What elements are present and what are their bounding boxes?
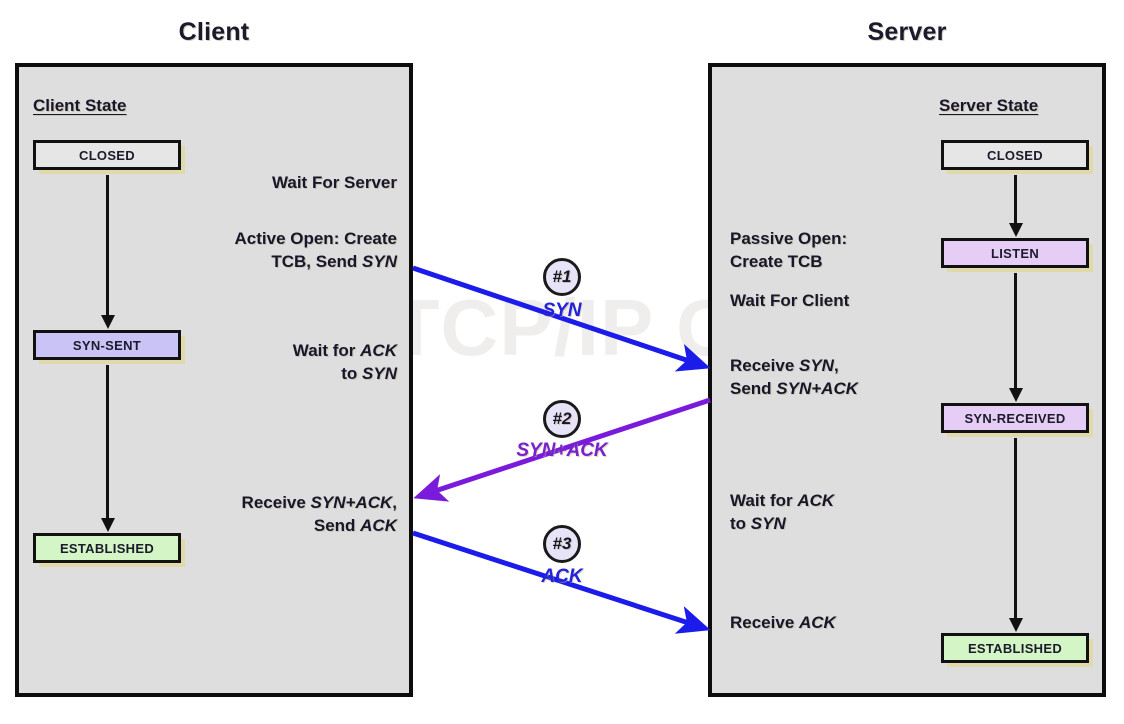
message-label-syn: SYN bbox=[542, 300, 582, 321]
tcp-handshake-diagram: The TCP/IP Guide Client Server Client St… bbox=[0, 0, 1124, 724]
client-state-heading: Client State bbox=[33, 96, 127, 115]
server-event-receive-ack: Receive ACK bbox=[730, 613, 836, 632]
client-event-receive-syn-ack: Receive SYN+ACK, Send ACK bbox=[241, 493, 397, 535]
client-state-syn-sent: SYN-SENT bbox=[33, 330, 181, 360]
message-badge-3: #3 bbox=[543, 525, 581, 563]
server-column-title: Server bbox=[867, 18, 947, 46]
server-event-passive-open: Passive Open: Create TCB bbox=[730, 229, 848, 271]
server-event-receive-syn: Receive SYN, Send SYN+ACK bbox=[730, 356, 859, 398]
client-event-active-open: Active Open: Create TCB, Send SYN bbox=[234, 229, 398, 271]
message-badge-1: #1 bbox=[543, 258, 581, 296]
message-label-syn-ack: SYN+ACK bbox=[516, 440, 608, 461]
server-state-established: ESTABLISHED bbox=[941, 633, 1089, 663]
server-state-heading: Server State bbox=[939, 96, 1039, 115]
server-transition-arrow-listen-to-syn-received bbox=[1014, 273, 1017, 389]
client-transition-arrow-closed-to-syn-sent bbox=[106, 175, 109, 316]
server-event-wait-for-ack: Wait for ACK to SYN bbox=[730, 491, 835, 533]
server-state-listen: LISTEN bbox=[941, 238, 1089, 268]
server-state-syn-received: SYN-RECEIVED bbox=[941, 403, 1089, 433]
client-state-closed: CLOSED bbox=[33, 140, 181, 170]
client-column-title: Client bbox=[178, 18, 250, 46]
server-transition-arrow-closed-to-listen bbox=[1014, 175, 1017, 224]
server-state-closed: CLOSED bbox=[941, 140, 1089, 170]
server-event-wait-for-client: Wait For Client bbox=[730, 291, 850, 310]
message-badge-2: #2 bbox=[543, 400, 581, 438]
server-transition-arrow-syn-received-to-established bbox=[1014, 438, 1017, 619]
client-state-established: ESTABLISHED bbox=[33, 533, 181, 563]
message-label-ack: ACK bbox=[541, 566, 583, 587]
client-event-wait-for-server: Wait For Server bbox=[271, 173, 397, 192]
client-transition-arrow-syn-sent-to-established bbox=[106, 365, 109, 519]
client-event-wait-for-ack: Wait for ACK to SYN bbox=[292, 341, 397, 383]
